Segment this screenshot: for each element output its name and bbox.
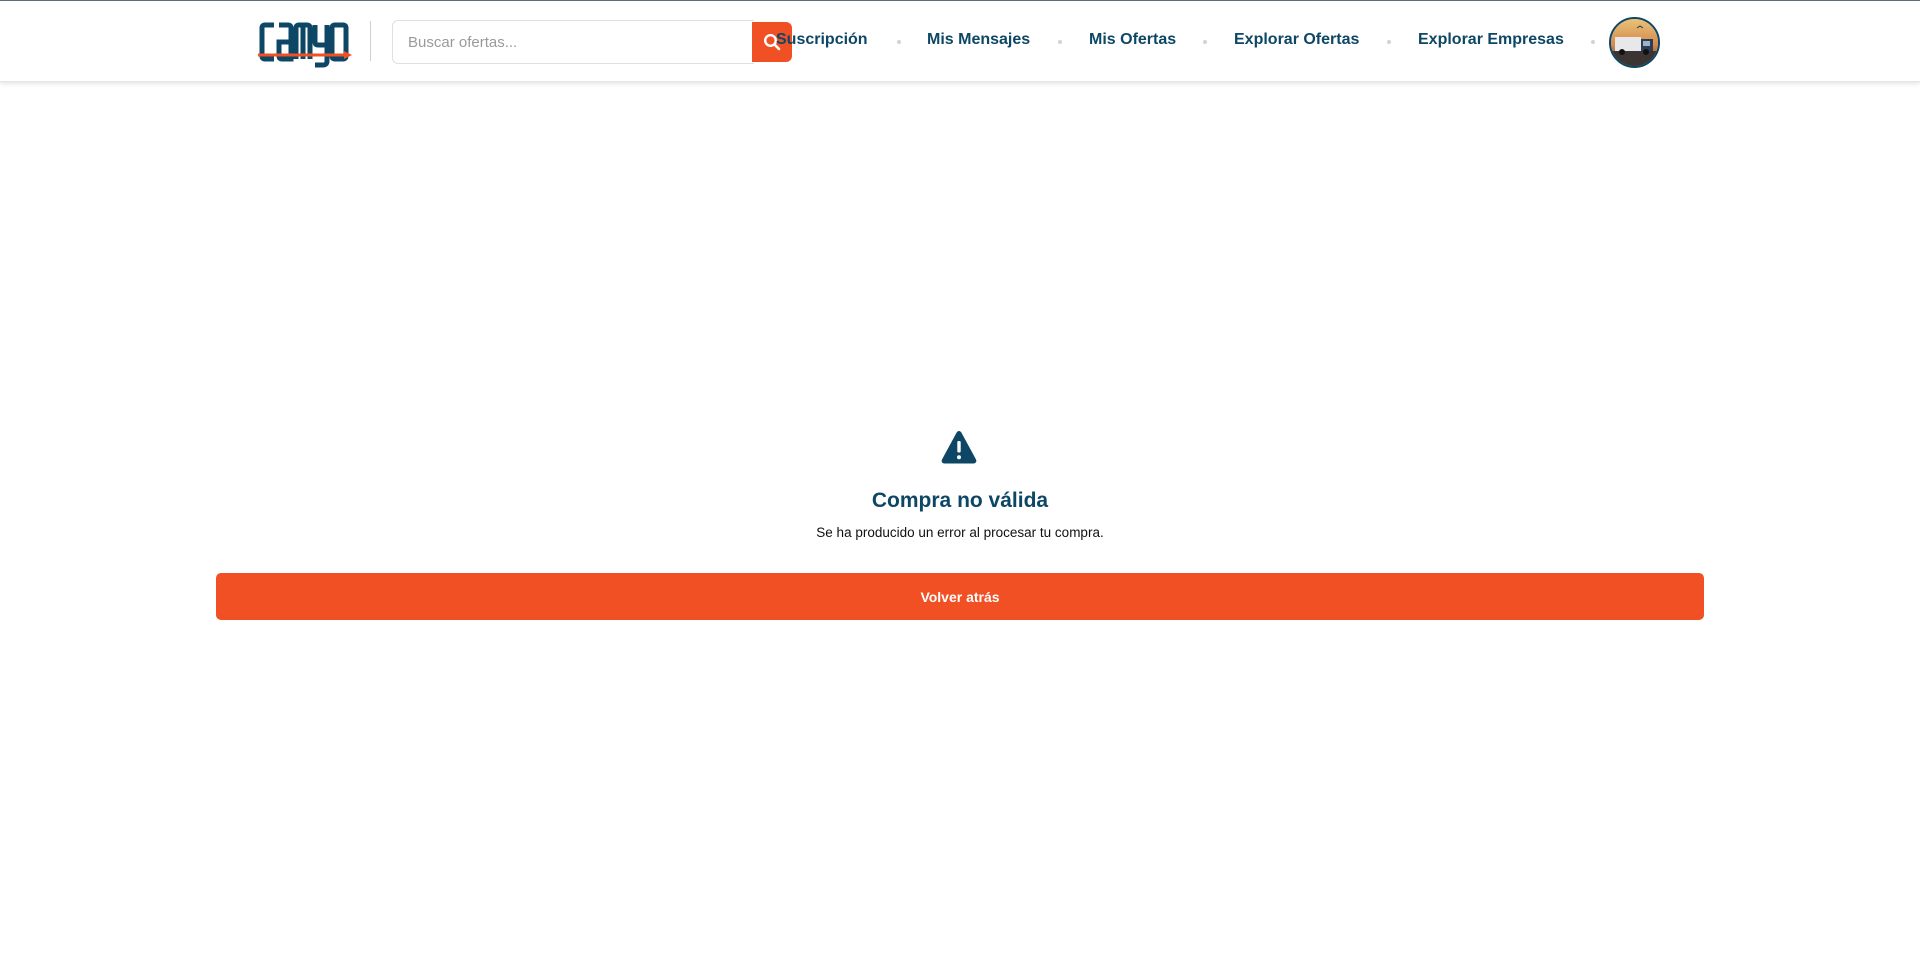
warning-icon [941,431,977,464]
go-back-button[interactable]: Volver atrás [216,573,1704,620]
main-content: Compra no válida Se ha producido un erro… [0,0,1920,961]
error-message: Se ha producido un error al procesar tu … [816,525,1104,540]
page-title: Compra no válida [871,489,1049,512]
